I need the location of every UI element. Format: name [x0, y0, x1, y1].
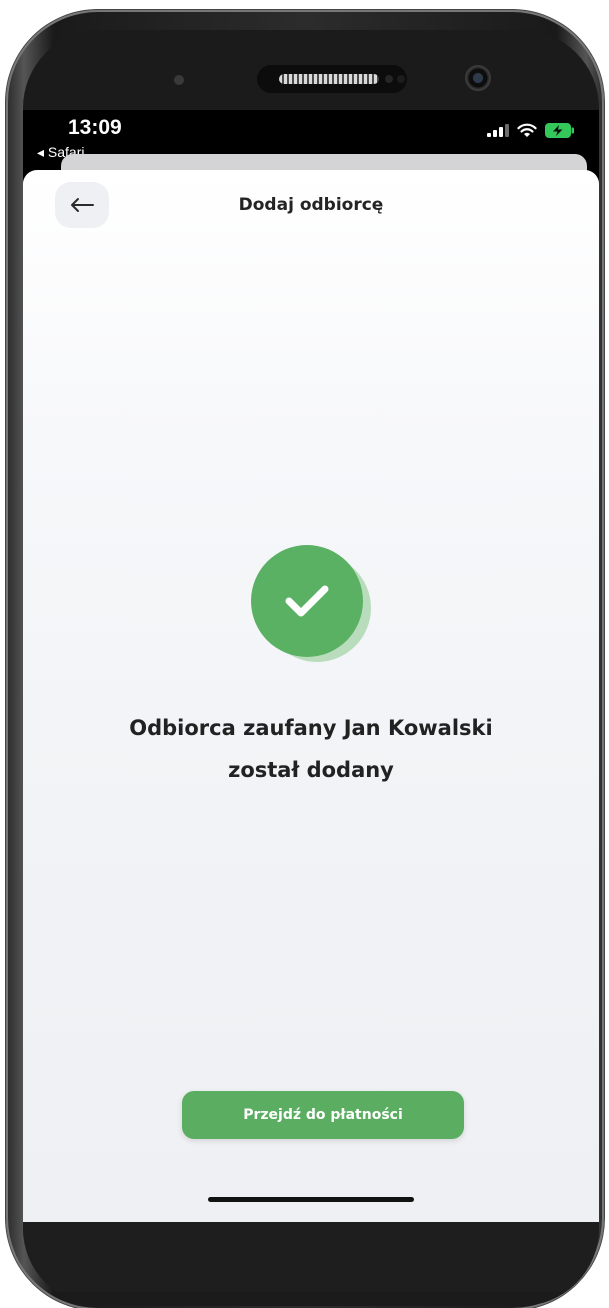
- cellular-signal-icon: [487, 124, 509, 137]
- success-indicator: [251, 545, 375, 663]
- success-message-line-2: został dodany: [228, 758, 394, 782]
- page: 13:09 ◂ Safari Dodaj odbiorcę Odbiorca z…: [0, 0, 609, 1308]
- success-message-line-1: Odbiorca zaufany Jan Kowalski: [129, 716, 493, 740]
- battery-charging-icon: [545, 122, 574, 138]
- home-indicator[interactable]: [208, 1197, 414, 1202]
- go-to-payment-button[interactable]: Przejdź do płatności: [182, 1091, 464, 1139]
- bottom-bezel: [23, 1222, 599, 1292]
- status-icons: [487, 120, 575, 140]
- wifi-icon: [517, 123, 537, 137]
- proximity-sensor: [174, 75, 184, 85]
- check-icon: [285, 585, 329, 617]
- success-circle: [251, 545, 363, 657]
- phone-screen-area: 13:09 ◂ Safari Dodaj odbiorcę Odbiorca z…: [23, 30, 599, 1306]
- success-message: Odbiorca zaufany Jan Kowalski został dod…: [23, 707, 599, 791]
- speaker-grill: [279, 74, 379, 84]
- speaker-dot: [385, 75, 393, 83]
- page-title: Dodaj odbiorcę: [238, 195, 384, 215]
- status-time: 13:09: [68, 116, 122, 139]
- app-screen: Dodaj odbiorcę Odbiorca zaufany Jan Kowa…: [23, 170, 599, 1228]
- front-camera: [465, 65, 491, 91]
- speaker-dot: [397, 75, 405, 83]
- earpiece-speaker: [257, 65, 407, 93]
